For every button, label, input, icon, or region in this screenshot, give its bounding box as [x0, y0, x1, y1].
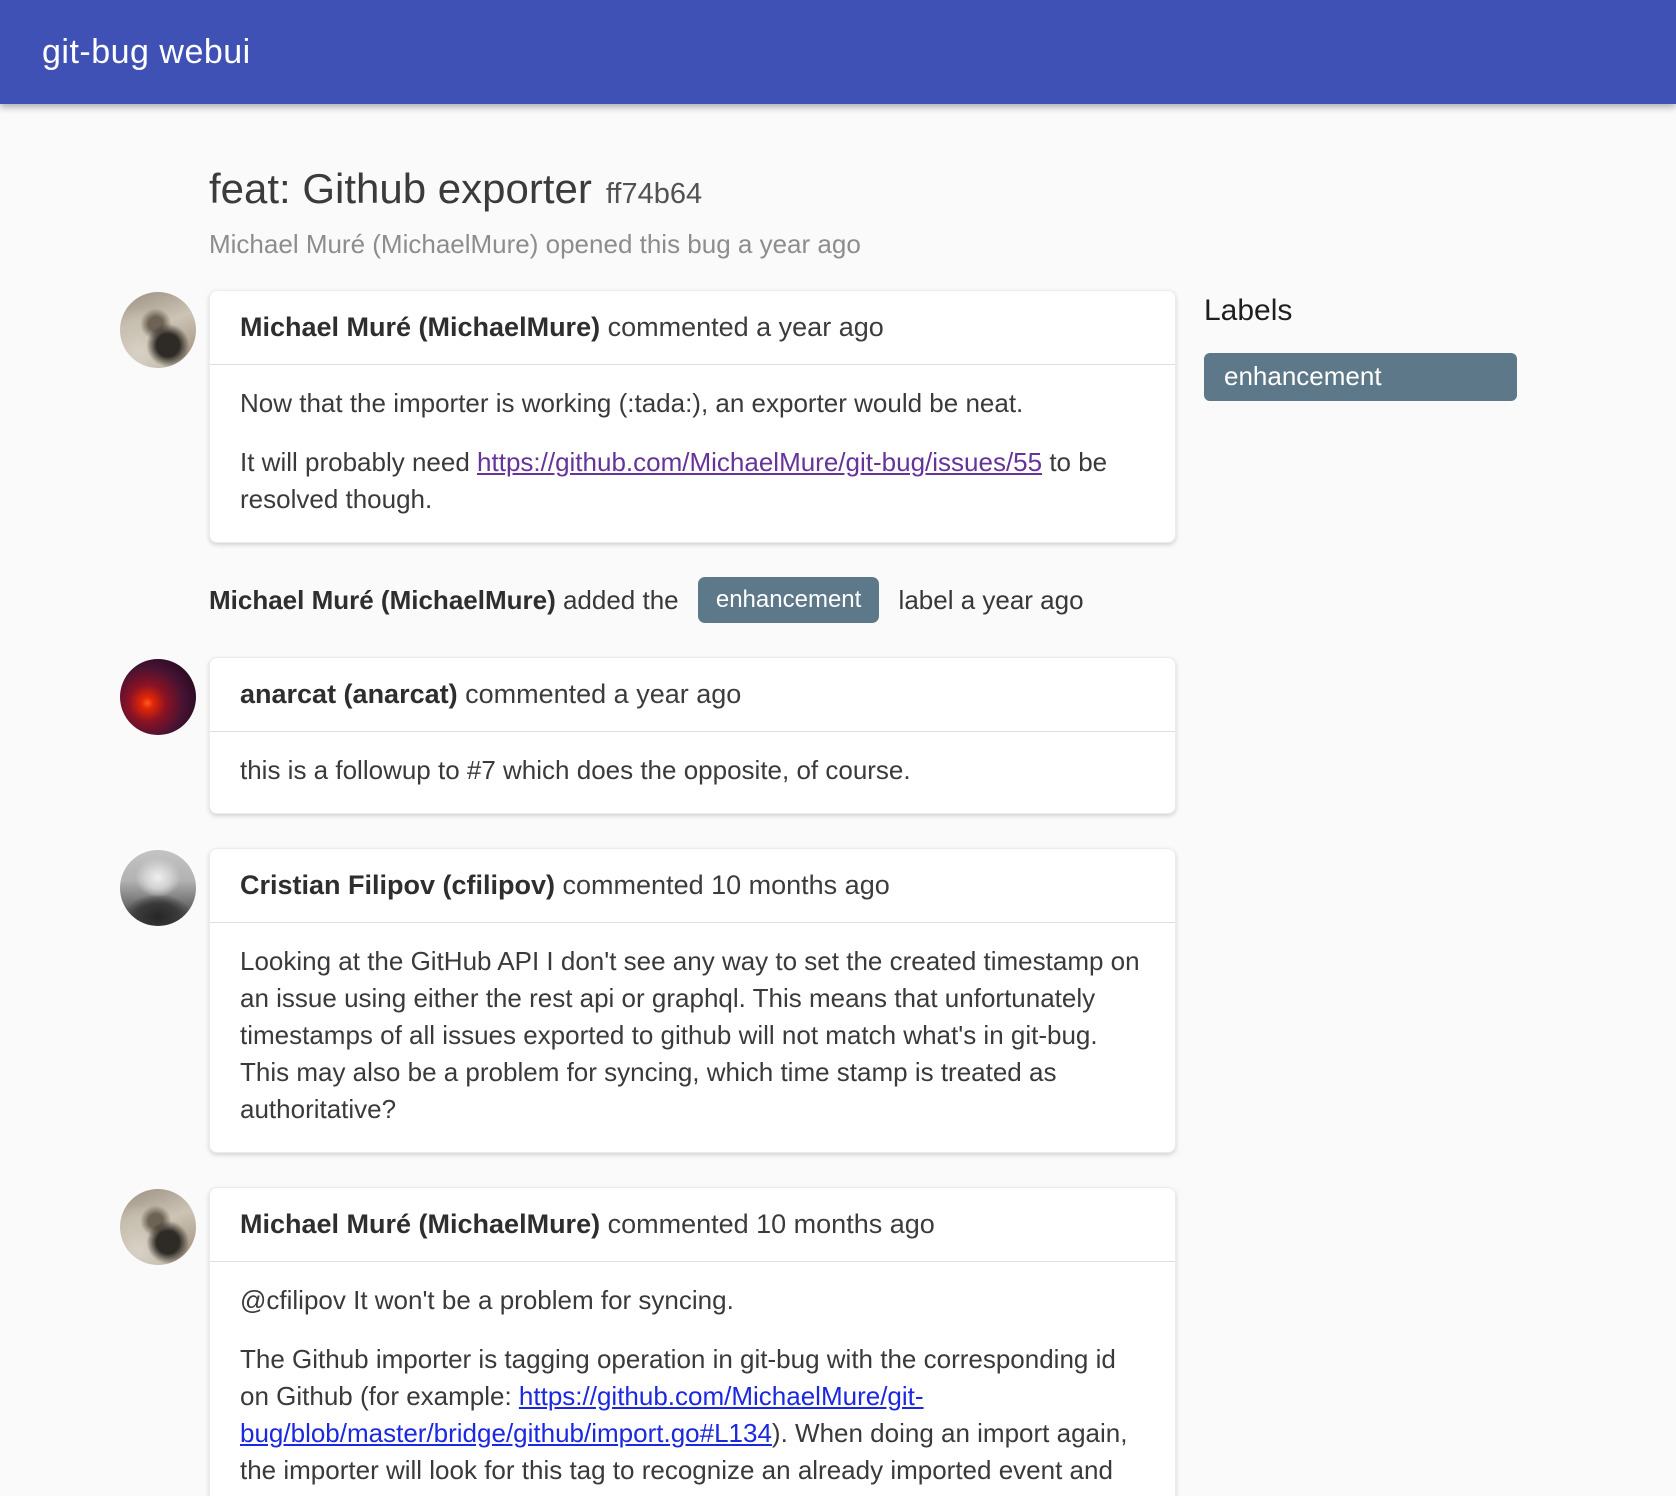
comment-paragraph: Now that the importer is working (:tada:… [240, 385, 1145, 422]
comment-card: Michael Muré (MichaelMure) commented 10 … [209, 1187, 1176, 1496]
comment-meta: commented a year ago [458, 679, 742, 709]
comment-header: Michael Muré (MichaelMure) commented a y… [210, 291, 1175, 365]
comment-meta: commented 10 months ago [600, 1209, 935, 1239]
comment-header: anarcat (anarcat) commented a year ago [210, 658, 1175, 732]
comment-paragraph: The Github importer is tagging operation… [240, 1341, 1145, 1496]
labels-heading: Labels [1204, 294, 1517, 328]
bug-thread-column: feat: Github exporter ff74b64 Michael Mur… [120, 160, 1176, 1496]
comment-paragraph: It will probably need https://github.com… [240, 444, 1145, 518]
bug-title-block: feat: Github exporter ff74b64 Michael Mur… [209, 164, 1176, 260]
avatar-michaelmure [120, 1189, 196, 1265]
comment-body: this is a followup to #7 which does the … [210, 732, 1175, 813]
issue-55-link[interactable]: https://github.com/MichaelMure/git-bug/i… [477, 447, 1042, 477]
bug-title-text: feat: Github exporter [209, 165, 592, 212]
app-title[interactable]: git-bug webui [42, 33, 251, 72]
event-text-after: label a year ago [891, 585, 1083, 616]
comment-card: anarcat (anarcat) commented a year ago t… [209, 657, 1176, 814]
avatar-michaelmure [120, 292, 196, 368]
page-title: feat: Github exporter ff74b64 [209, 164, 1176, 219]
comment-body: Now that the importer is working (:tada:… [210, 365, 1175, 542]
comment-body: Looking at the GitHub API I don't see an… [210, 923, 1175, 1152]
event-author: Michael Muré (MichaelMure) [209, 585, 556, 616]
comment-header: Michael Muré (MichaelMure) commented 10 … [210, 1188, 1175, 1262]
comment-meta: commented 10 months ago [555, 870, 890, 900]
comment-header: Cristian Filipov (cfilipov) commented 10… [210, 849, 1175, 923]
text-before-link: It will probably need [240, 447, 477, 477]
comment-paragraph: this is a followup to #7 which does the … [240, 752, 1145, 789]
comment-paragraph: Looking at the GitHub API I don't see an… [240, 943, 1145, 1128]
avatar-cfilipov [120, 850, 196, 926]
label-chip-enhancement: enhancement [1204, 353, 1517, 401]
label-added-event: Michael Muré (MichaelMure) added the enh… [209, 577, 1176, 623]
app-bar: git-bug webui [0, 0, 1676, 104]
comment-body: @cfilipov It won't be a problem for sync… [210, 1262, 1175, 1496]
comment-author: Michael Muré (MichaelMure) [240, 312, 600, 342]
bug-subtitle: Michael Muré (MichaelMure) opened this b… [209, 228, 1176, 260]
comment-card: Cristian Filipov (cfilipov) commented 10… [209, 848, 1176, 1153]
comment-author: Michael Muré (MichaelMure) [240, 1209, 600, 1239]
comment-author: Cristian Filipov (cfilipov) [240, 870, 555, 900]
bug-hash: ff74b64 [606, 178, 702, 210]
avatar-anarcat [120, 659, 196, 735]
comment-1: Michael Muré (MichaelMure) commented a y… [120, 290, 1176, 543]
event-text-before: added the [556, 585, 686, 616]
comment-4: Michael Muré (MichaelMure) commented 10 … [120, 1187, 1176, 1496]
labels-sidebar: Labels enhancement [1204, 160, 1517, 1496]
page-content: feat: Github exporter ff74b64 Michael Mur… [0, 104, 1676, 1496]
comment-paragraph: @cfilipov It won't be a problem for sync… [240, 1282, 1145, 1319]
comment-2: anarcat (anarcat) commented a year ago t… [120, 657, 1176, 814]
comment-meta: commented a year ago [600, 312, 884, 342]
comment-3: Cristian Filipov (cfilipov) commented 10… [120, 848, 1176, 1153]
comment-card: Michael Muré (MichaelMure) commented a y… [209, 290, 1176, 543]
label-chip-enhancement: enhancement [698, 577, 879, 623]
comment-author: anarcat (anarcat) [240, 679, 458, 709]
